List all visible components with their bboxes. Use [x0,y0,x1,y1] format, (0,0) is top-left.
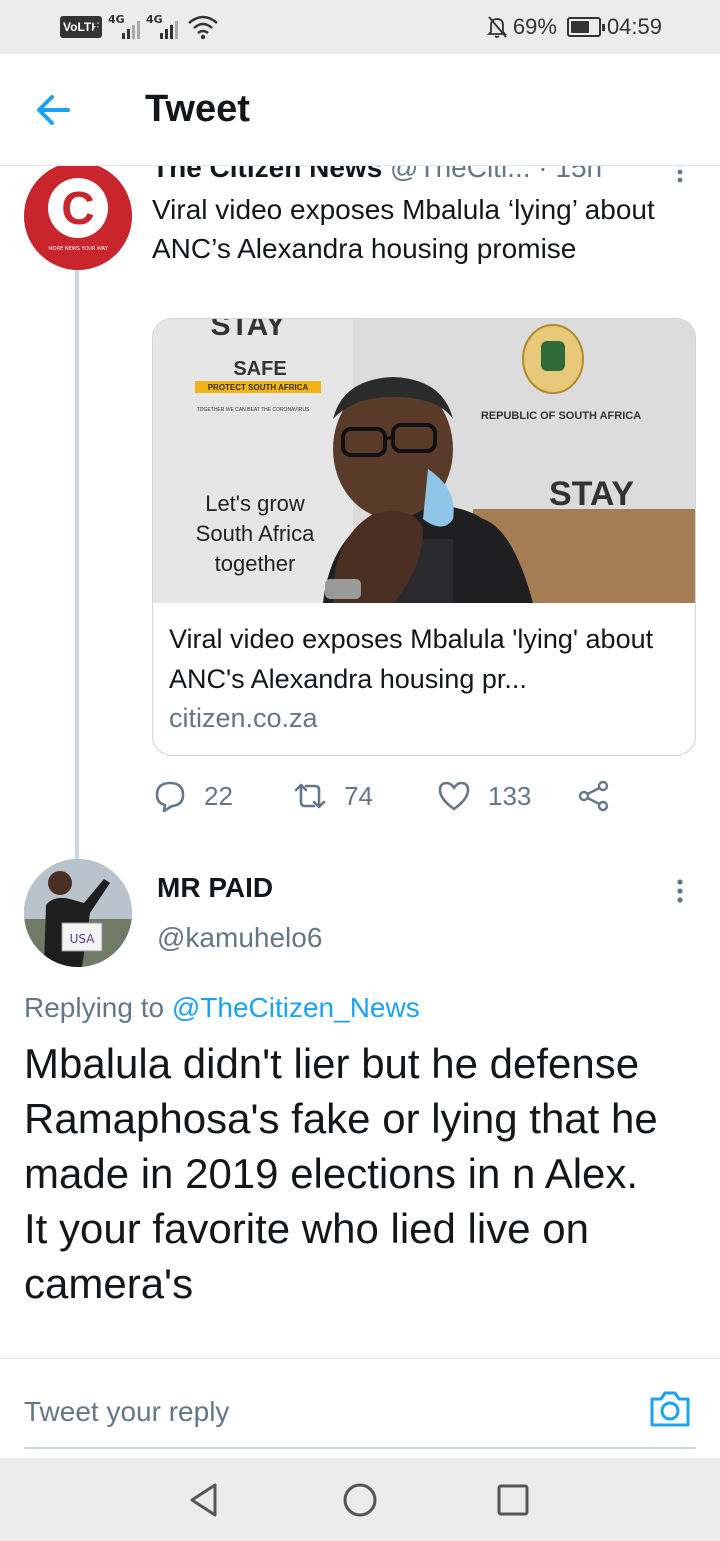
system-nav-bar [0,1458,720,1541]
sim-number: 1 [92,20,101,34]
status-bar: VoLTE 1 4G 4G 69% 04:59 [0,0,720,54]
card-image[interactable]: STAY SAFE PROTECT SOUTH AFRICA TOGETHER … [153,319,696,603]
back-triangle-icon[interactable] [182,1478,226,1522]
recents-square-icon[interactable] [491,1478,535,1522]
header: Tweet [0,54,720,166]
card-image-stay-right: STAY [549,475,634,513]
tweet-header: The Citizen News @TheCiti... · 15h [152,166,697,186]
citizen-avatar[interactable]: C MORE NEWS YOUR WAY [24,166,132,270]
reply-composer [0,1358,720,1458]
avatar-logo-letter: C [61,182,94,234]
card-image-grow-3: together [215,551,296,576]
tweet-text: Viral video exposes Mbalula ‘lying’ abou… [152,194,655,264]
card-image-protect: PROTECT SOUTH AFRICA [208,383,309,392]
tweet-thread[interactable]: C MORE NEWS YOUR WAY The Citizen News @T… [0,166,720,1358]
card-domain: citizen.co.za [169,703,318,733]
retweet-count: 74 [344,780,373,811]
reply-count: 22 [204,780,233,811]
arrow-left-icon[interactable] [28,88,84,132]
replying-to: Replying to @TheCitizen_News [24,992,420,1024]
reply-button[interactable]: 22 [152,774,233,818]
retweet-icon [294,783,326,809]
like-count: 133 [488,780,532,811]
page-title: Tweet [145,88,250,130]
more-options-icon[interactable] [674,878,686,904]
author-handle[interactable]: @kamuhelo6 [157,922,322,954]
network-type-label: 4G [108,13,125,26]
camera-icon[interactable] [648,1389,692,1429]
composer-underline [24,1447,696,1449]
tweet-time: · 15h [538,166,603,183]
signal-icon: 4G [146,13,184,41]
card-image-grow-1: Let's grow [205,491,305,516]
card-image-together-small: TOGETHER WE CAN BEAT THE CORONAVIRUS [197,407,310,413]
replying-prefix: Replying to [24,992,165,1023]
avatar[interactable]: USA [24,859,132,967]
thread-connector-line [75,266,79,924]
share-icon [578,780,609,812]
mute-bell-icon [486,16,507,38]
reply-text: Mbalula didn't lier but he defense Ramap… [24,1040,658,1307]
heart-icon [438,781,470,811]
status-right: 69% 04:59 [486,13,662,41]
card-image-grow-2: South Africa [196,521,315,546]
author-name[interactable]: MR PAID [157,872,273,904]
author-handle[interactable]: @TheCiti... [390,166,530,183]
tweet-actions: 22 74 133 [152,774,696,818]
reply-icon [155,781,185,813]
more-options-icon[interactable] [674,166,686,184]
card-title: Viral video exposes Mbalula 'lying' abou… [169,624,654,694]
link-preview-card[interactable]: STAY SAFE PROTECT SOUTH AFRICA TOGETHER … [152,318,696,756]
avatar-sign-text: USA [70,932,96,946]
card-image-republic: REPUBLIC OF SOUTH AFRICA [481,410,641,422]
card-image-stay: STAY [210,319,285,342]
reply-input[interactable] [24,1377,624,1447]
share-button[interactable] [576,774,612,818]
like-button[interactable]: 133 [436,774,531,818]
card-image-safe: SAFE [233,358,286,380]
network-type-label: 4G [146,13,163,26]
avatar-tagline: MORE NEWS YOUR WAY [48,246,108,252]
wifi-icon [188,15,218,40]
clock: 04:59 [606,14,662,39]
battery-percent: 69% [512,14,557,39]
battery-icon [566,17,605,37]
mention-link[interactable]: @TheCitizen_News [172,992,420,1023]
signal-icon: 4G [108,13,146,41]
retweet-button[interactable]: 74 [292,774,373,818]
author-name[interactable]: The Citizen News [152,166,382,183]
home-circle-icon[interactable] [338,1478,382,1522]
